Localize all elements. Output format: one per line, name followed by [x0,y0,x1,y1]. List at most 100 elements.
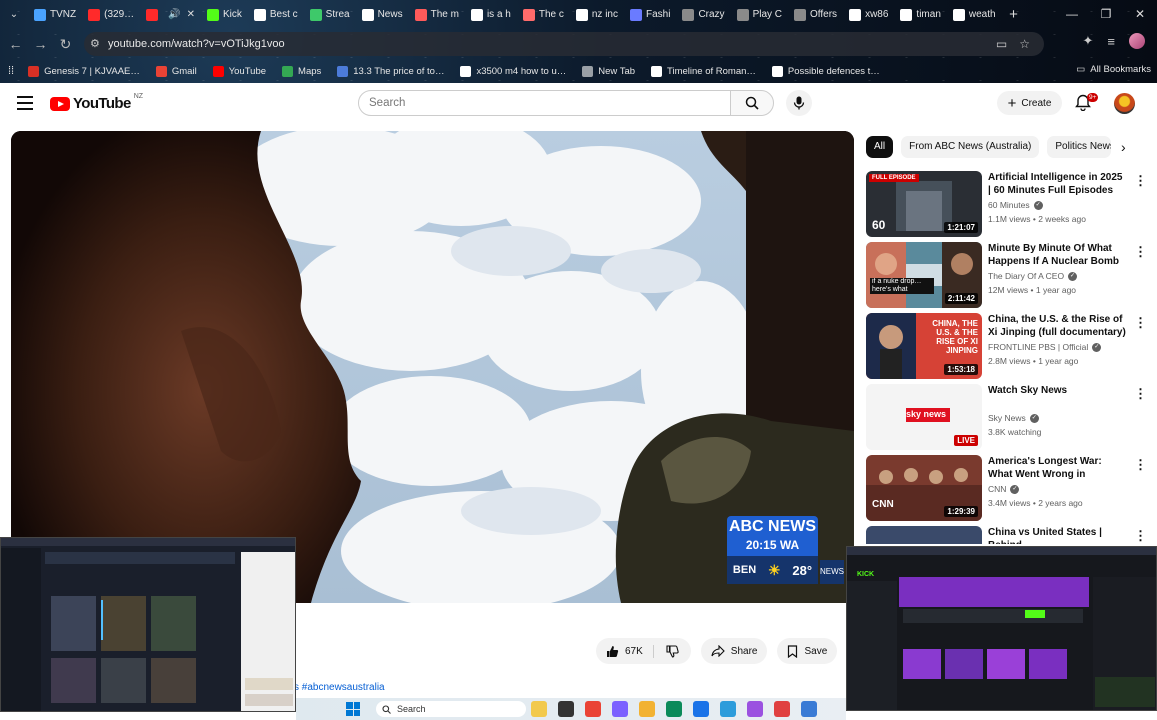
bookmark-item[interactable]: 13.3 The price of to… [337,65,444,77]
bookmark-item[interactable]: Maps [282,65,321,77]
browser-tab[interactable]: is a h [465,3,517,27]
video-title[interactable]: Minute By Minute Of What Happens If A Nu… [988,242,1128,268]
bookmark-item[interactable]: YouTube [212,65,266,77]
windows-start-icon[interactable] [346,702,360,716]
browser-tab[interactable]: Fashi [624,3,676,27]
browser-tab[interactable]: Crazy [676,3,730,27]
browser-tab[interactable]: News [356,3,409,27]
channel-name[interactable]: 60 Minutes ✓ [988,200,1043,210]
address-bar[interactable]: ⚙ youtube.com/watch?v=vOTiJkg1voo ▭ ☆ [84,32,1044,56]
browser-tab[interactable]: The c [517,3,570,27]
video-title[interactable]: China, the U.S. & the Rise of Xi Jinping… [988,313,1128,339]
bookmark-item[interactable]: Possible defences t… [771,65,880,77]
share-button[interactable]: Share [700,638,768,664]
browser-tab[interactable]: Kick [201,3,248,27]
video-title[interactable]: Watch Sky News [988,384,1128,397]
apps-grid-icon[interactable]: ⁞⁞ [8,65,14,77]
maximize-icon[interactable]: ❐ [1089,0,1123,29]
taskbar-app-icon[interactable] [531,701,547,717]
channel-name[interactable]: CNN ✓ [988,484,1020,494]
recommended-video[interactable]: sky news LIVE Watch Sky News Sky News ✓ 3.8K … [866,384,1151,450]
recommended-video[interactable]: if a nuke drop… here's what happ… 2:11:42… [866,242,1151,308]
taskbar-app-icon[interactable] [774,701,790,717]
video-thumbnail[interactable]: if a nuke drop… here's what happ… 2:11:42 [866,242,982,308]
video-thumbnail[interactable]: 60 FULL EPISODE 1:21:07 [866,171,982,237]
more-options-icon[interactable]: ⋮ [1134,244,1147,260]
taskbar-app-icon[interactable] [639,701,655,717]
save-button[interactable]: Save [777,638,838,664]
like-button[interactable]: 67K [596,644,654,658]
filter-chip[interactable]: Politics News [1047,136,1112,158]
taskbar-app-icon[interactable] [612,701,628,717]
recommended-video[interactable]: 60 FULL EPISODE 1:21:07 Artificial Intellig… [866,171,1151,237]
more-options-icon[interactable]: ⋮ [1134,386,1147,402]
browser-tab[interactable]: weath [947,3,1002,27]
taskbar-app-icon[interactable] [666,701,682,717]
all-bookmarks[interactable]: ▭ All Bookmarks [1076,64,1151,75]
create-button[interactable]: + Create [997,91,1062,115]
bookmark-item[interactable]: x3500 m4 how to u… [460,65,566,77]
profile-avatar[interactable] [1129,33,1145,49]
dislike-button[interactable] [654,644,691,658]
browser-tab[interactable]: (329… [82,3,140,27]
minimize-icon[interactable]: — [1055,0,1089,29]
browser-tab[interactable]: Best c [248,3,304,27]
account-avatar[interactable] [1114,93,1135,114]
tab-close-icon[interactable]: ✕ [187,9,195,20]
browser-tab[interactable]: nz inc [570,3,624,27]
cast-icon[interactable]: ▭ [996,32,1007,56]
channel-name[interactable]: The Diary Of A CEO ✓ [988,271,1078,281]
browser-tab[interactable]: timan [894,3,946,27]
bookmark-item[interactable]: Genesis 7 | KJVAAE… [28,65,140,77]
browser-tab[interactable]: The m [409,3,465,27]
bookmark-item[interactable]: Timeline of Roman… [651,65,756,77]
chevron-right-icon[interactable]: › [1121,139,1126,155]
extensions-icon[interactable]: ✦ [1083,33,1094,49]
browser-tab[interactable]: Strea [304,3,356,27]
taskbar-app-icon[interactable] [585,701,601,717]
channel-name[interactable]: Sky News ✓ [988,413,1039,423]
tab-search-icon[interactable]: ⌄ [0,9,28,20]
tab-audio-icon[interactable]: 🔊 [168,9,180,20]
filter-chip[interactable]: From ABC News (Australia) [901,136,1040,158]
search-button[interactable] [730,90,774,116]
browser-tab[interactable]: 🔊 ✕ [140,3,201,27]
site-info-icon[interactable]: ⚙ [90,37,100,50]
bookmark-item[interactable]: Gmail [155,65,197,77]
video-title[interactable]: China vs United States | Behind [988,526,1128,544]
more-options-icon[interactable]: ⋮ [1134,173,1147,189]
filter-chip[interactable]: All [866,136,894,158]
video-thumbnail[interactable]: CHINA, THE U.S. & THE RISE OF XI JINPING… [866,313,982,379]
search-input[interactable]: Search [358,90,731,116]
taskbar-search[interactable]: Search [376,701,526,717]
menu-icon[interactable] [17,96,33,110]
taskbar-app-icon[interactable] [693,701,709,717]
video-thumbnail[interactable]: sky news LIVE [866,384,982,450]
bookmark-star-icon[interactable]: ☆ [1019,32,1030,56]
channel-name[interactable]: FRONTLINE PBS | Official ✓ [988,342,1102,352]
reload-icon[interactable]: ↻ [53,36,78,53]
more-options-icon[interactable]: ⋮ [1134,528,1147,544]
video-hashtag[interactable]: s #abcnewsaustralia [294,682,385,693]
recommended-video[interactable]: CNN 1:29:39 America's Longest War: What We… [866,455,1151,521]
new-tab-button[interactable]: + [1002,6,1026,23]
close-window-icon[interactable]: ✕ [1123,0,1157,29]
taskbar-app-icon[interactable] [720,701,736,717]
downloads-icon[interactable]: ≡ [1107,34,1115,49]
browser-tab[interactable]: TVNZ [28,3,82,27]
more-options-icon[interactable]: ⋮ [1134,457,1147,473]
browser-tab[interactable]: xw86 [843,3,894,27]
taskbar-app-icon[interactable] [747,701,763,717]
back-icon[interactable]: ← [3,36,28,52]
bookmark-item[interactable]: New Tab [582,65,635,77]
taskbar-app-icon[interactable] [558,701,574,717]
browser-tab[interactable]: Play C [731,3,788,27]
video-title[interactable]: Artificial Intelligence in 2025 | 60 Min… [988,171,1128,197]
recommended-video[interactable]: China vs United States | Behind ⋮ [866,526,1151,544]
video-title[interactable]: America's Longest War: What Went Wrong i… [988,455,1128,481]
forward-icon[interactable]: → [28,36,53,52]
more-options-icon[interactable]: ⋮ [1134,315,1147,331]
recommended-video[interactable]: CHINA, THE U.S. & THE RISE OF XI JINPING… [866,313,1151,379]
youtube-logo[interactable]: YouTube NZ [50,93,143,112]
voice-search-button[interactable] [786,90,812,116]
